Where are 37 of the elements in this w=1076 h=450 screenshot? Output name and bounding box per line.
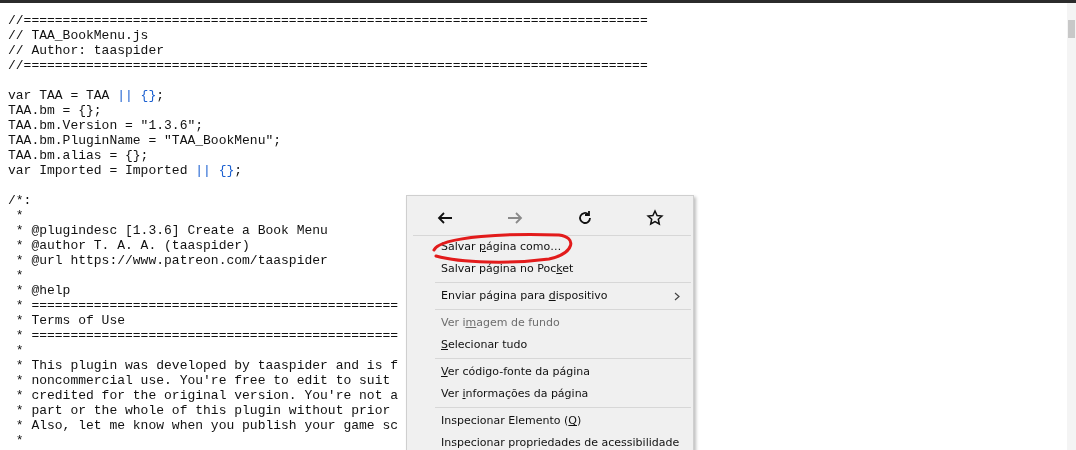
code-line: // Author: taaspider	[8, 43, 165, 58]
menu-item[interactable]: Enviar página para dispositivo	[407, 285, 693, 307]
code-line: * @url https://www.patreon.com/taaspider	[14, 253, 328, 268]
code-line: TAA.bm.alias = {};	[8, 148, 149, 163]
code-line: *	[14, 433, 24, 448]
code-line: var Imported = Imported || {};	[8, 163, 243, 178]
code-line: * ===============================================	[14, 298, 399, 313]
code-line: /*:	[8, 193, 32, 208]
scrollbar[interactable]	[1067, 3, 1076, 450]
code-line: var TAA = TAA || {};	[8, 88, 165, 103]
code-line: * ===============================================	[14, 328, 399, 343]
code-line: * part or the whole of this plugin without prior	[14, 403, 391, 418]
code-line: TAA.bm.PluginName = "TAA_BookMenu";	[8, 133, 282, 148]
code-line: //================================================================================	[8, 13, 648, 28]
code-line: TAA.bm = {};	[8, 103, 102, 118]
reload-icon	[576, 209, 594, 227]
code-line: * @plugindesc [1.3.6] Create a Book Menu	[14, 223, 328, 238]
code-line: * noncommercial use. You're free to edit to suit	[14, 373, 391, 388]
code-line: TAA.bm.Version = "1.3.6";	[8, 118, 204, 133]
code-line: * @author T. A. A. (taaspider)	[14, 238, 250, 253]
menu-item[interactable]: Inspecionar Elemento (Q)	[407, 410, 693, 432]
code-line: * This plugin was developed by taaspider and is f	[14, 358, 399, 373]
code-line: * @help	[14, 283, 71, 298]
code-line: *	[14, 343, 24, 358]
code-line: * credited for the original version. You're not a	[14, 388, 399, 403]
menu-item[interactable]: Inspecionar propriedades de acessibilidade	[407, 432, 693, 450]
menu-item[interactable]: Salvar página no Pocket	[407, 258, 693, 280]
star-icon	[646, 209, 664, 227]
code-line: // TAA_BookMenu.js	[8, 28, 149, 43]
menu-item[interactable]: Selecionar tudo	[407, 334, 693, 356]
code-line: * Also, let me know when you publish your game sc	[14, 418, 399, 433]
menu-item[interactable]: Ver código-fonte da página	[407, 361, 693, 383]
code-line: * Terms of Use	[14, 313, 126, 328]
code-line: //================================================================================	[8, 58, 648, 73]
code-line: *	[14, 208, 24, 223]
code-line: *	[14, 268, 24, 283]
menu-item[interactable]: Ver informações da página	[407, 383, 693, 405]
